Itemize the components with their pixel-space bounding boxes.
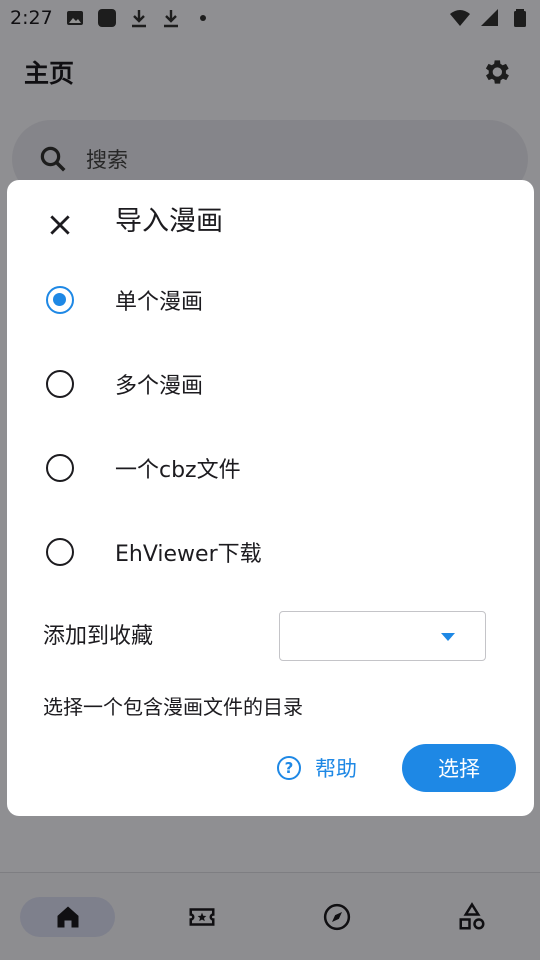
favorite-label: 添加到收藏 [43,624,154,649]
option-label: 单个漫画 [115,290,204,315]
dropdown-arrow-icon [441,633,455,641]
import-comic-dialog: 导入漫画 单个漫画 多个漫画 一个cbz文件 EhViewer下载 添加到收藏 … [7,180,534,816]
radio-button[interactable] [46,538,74,566]
select-label: 选择 [438,757,480,781]
option-ehviewer-download[interactable]: EhViewer下载 [35,522,505,582]
help-button[interactable]: ? 帮助 [277,748,357,788]
close-icon [50,215,70,235]
dialog-title: 导入漫画 [115,206,223,237]
radio-button[interactable] [46,454,74,482]
option-single-comic[interactable]: 单个漫画 [35,270,505,330]
option-label: 一个cbz文件 [115,458,241,483]
radio-button-checked[interactable] [46,286,74,314]
help-icon: ? [277,756,301,780]
option-label: 多个漫画 [115,374,204,399]
option-label: EhViewer下载 [115,542,262,567]
help-label: 帮助 [315,757,357,781]
close-button[interactable] [37,202,83,248]
favorite-folder-dropdown[interactable] [279,611,486,661]
option-cbz-file[interactable]: 一个cbz文件 [35,438,505,498]
radio-button[interactable] [46,370,74,398]
hint-text: 选择一个包含漫画文件的目录 [43,695,303,719]
select-button[interactable]: 选择 [402,744,516,792]
option-multiple-comics[interactable]: 多个漫画 [35,354,505,414]
